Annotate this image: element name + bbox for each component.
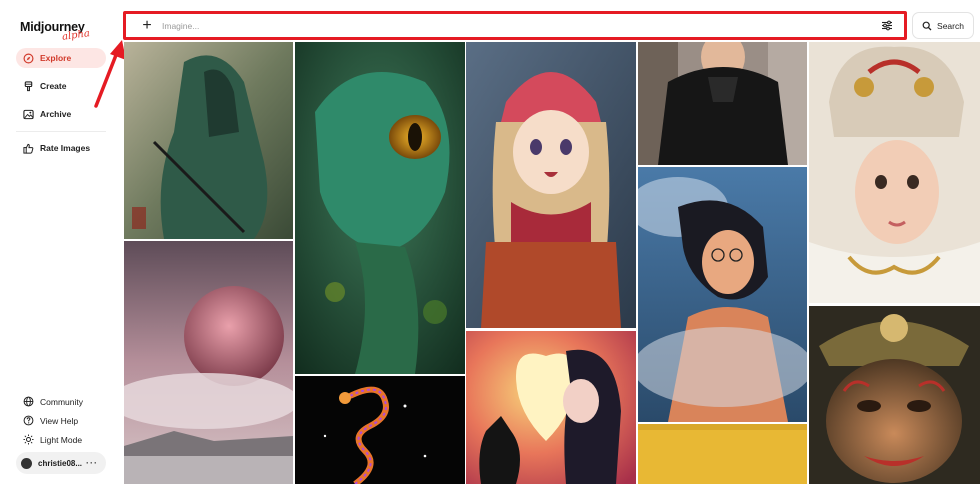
sidebar-divider [16, 131, 106, 132]
brush-icon [22, 80, 34, 92]
user-menu[interactable]: christie08... ··· [16, 452, 106, 474]
sidebar-item-label: Rate Images [40, 143, 91, 153]
sidebar-item-label: View Help [40, 415, 79, 426]
imagine-input[interactable] [158, 20, 876, 31]
gallery-image-girl-with-cat[interactable] [466, 331, 636, 484]
search-button-label: Search [937, 20, 964, 31]
gallery-image-woman-in-smoke[interactable] [638, 167, 807, 422]
sidebar-item-label: Community [40, 396, 83, 407]
gallery-image-neon-dragon[interactable] [295, 376, 465, 484]
gallery-image-pink-planet[interactable] [124, 241, 293, 484]
compass-icon [22, 52, 34, 64]
midjourney-logo[interactable]: Midjourney alpha [20, 18, 91, 43]
avatar [21, 457, 32, 469]
sidebar-item-label: Create [40, 81, 67, 91]
sidebar-item-rate-images[interactable]: Rate Images [16, 138, 106, 158]
gallery-image-golden-mask[interactable] [809, 306, 980, 484]
user-name: christie08... [38, 458, 83, 468]
bottom-nav: Community View Help Light Mode [16, 392, 106, 449]
imagine-bar: + [123, 11, 907, 40]
logo-alpha-badge: alpha [61, 28, 91, 43]
sidebar-item-light-mode[interactable]: Light Mode [16, 430, 106, 449]
gallery-image-woman-black-coat[interactable] [638, 42, 807, 165]
sun-icon [22, 434, 34, 446]
thumbs-up-icon [22, 142, 34, 154]
help-icon [22, 415, 34, 427]
gallery-image-child-dragon-headdress[interactable] [809, 42, 980, 303]
sliders-icon[interactable] [876, 16, 898, 36]
sidebar-item-label: Explore [40, 53, 72, 63]
sidebar-item-community[interactable]: Community [16, 392, 106, 411]
sidebar-item-label: Light Mode [40, 434, 83, 445]
gallery-image-green-warrior[interactable] [124, 42, 293, 239]
more-icon[interactable]: ··· [86, 458, 98, 468]
sidebar-item-label: Archive [40, 109, 72, 119]
gallery-image-anime-girl-snow[interactable] [466, 42, 636, 328]
gallery-image-jade-dragon[interactable] [295, 42, 465, 374]
search-icon [922, 21, 932, 31]
image-icon [22, 108, 34, 120]
globe-icon [22, 396, 34, 408]
gallery-image-yellow-abstract[interactable] [638, 424, 807, 484]
sidebar-item-view-help[interactable]: View Help [16, 411, 106, 430]
plus-icon[interactable]: + [136, 17, 158, 34]
secondary-nav: Rate Images [16, 138, 106, 166]
search-button[interactable]: Search [912, 12, 974, 39]
